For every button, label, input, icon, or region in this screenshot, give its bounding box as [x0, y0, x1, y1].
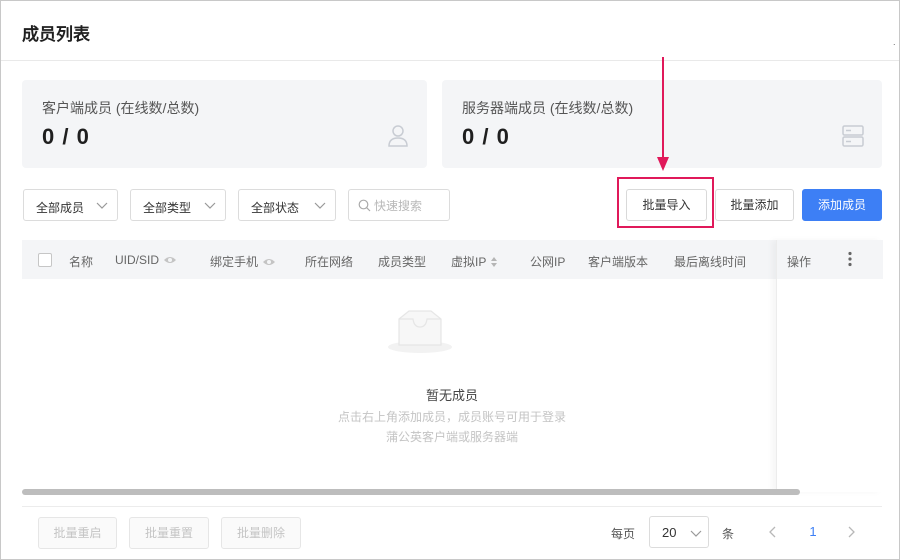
column-network: 所在网络 [305, 255, 354, 269]
annotation-arrow [657, 57, 669, 171]
user-icon [388, 125, 408, 147]
empty-box-icon [388, 310, 452, 353]
chevron-down-icon [690, 530, 702, 537]
member-filter-select[interactable]: 全部成员 [23, 189, 118, 221]
page-size-value: 20 [662, 525, 677, 540]
column-virtual-ip: 虚拟IP [451, 253, 498, 270]
add-member-button[interactable]: 添加成员 [802, 189, 882, 221]
client-members-card: 客户端成员 (在线数/总数) 0 / 0 [22, 80, 427, 168]
page-size-select[interactable]: 20 [649, 516, 709, 548]
column-uid-sid: UID/SID [115, 253, 177, 267]
sort-icon[interactable] [490, 256, 498, 268]
column-public-ip: 公网IP [530, 255, 566, 269]
batch-add-button[interactable]: 批量添加 [715, 189, 794, 221]
chevron-right-icon [848, 526, 855, 538]
annotation-highlight-box [617, 177, 714, 228]
status-filter-value: 全部状态 [251, 201, 300, 215]
table-footer: 批量重启 批量重置 批量删除 每页 20 条 1 [22, 506, 882, 560]
batch-restart-button[interactable]: 批量重启 [38, 517, 117, 549]
server-members-value: 0 / 0 [462, 124, 510, 149]
status-filter-select[interactable]: 全部状态 [238, 189, 336, 221]
batch-delete-button[interactable]: 批量删除 [221, 517, 301, 549]
table-header: 名称 UID/SID 绑定手机 所在网络 成员类型 虚拟IP 公网IP 客户端版… [22, 240, 882, 279]
per-page-unit: 条 [722, 527, 735, 541]
column-last-offline: 最后离线时间 [674, 255, 747, 269]
column-phone: 绑定手机 [210, 253, 276, 270]
edge-mark: . [893, 37, 896, 47]
member-filter-value: 全部成员 [36, 201, 85, 215]
column-member-type: 成员类型 [378, 255, 427, 269]
column-phone-label: 绑定手机 [210, 255, 259, 269]
chevron-left-icon [769, 526, 776, 538]
column-client-version: 客户端版本 [588, 255, 649, 269]
empty-state-line-1: 点击右上角添加成员，成员账号可用于登录 [337, 410, 566, 424]
client-members-value: 0 / 0 [42, 124, 90, 149]
empty-state-title: 暂无成员 [425, 388, 478, 403]
page-header: 成员列表 . [1, 1, 899, 61]
operations-column: 操作 [776, 240, 883, 492]
eye-icon[interactable] [262, 257, 276, 267]
search-icon [358, 199, 371, 212]
column-operations: 操作 [787, 255, 812, 269]
empty-state-line-2: 蒲公英客户端或服务器端 [385, 430, 518, 444]
prev-page-button[interactable] [761, 516, 785, 548]
client-members-label: 客户端成员 (在线数/总数) [42, 100, 200, 116]
page-title: 成员列表 [22, 25, 90, 44]
chevron-down-icon [96, 202, 108, 209]
chevron-down-icon [314, 202, 326, 209]
window-frame: 成员列表 . 客户端成员 (在线数/总数) 0 / 0 服务器端成员 (在线数/… [0, 0, 900, 560]
type-filter-value: 全部类型 [143, 201, 192, 215]
column-virtual-ip-label: 虚拟IP [451, 255, 487, 269]
eye-icon[interactable] [163, 255, 177, 265]
column-uid-sid-label: UID/SID [115, 253, 160, 267]
column-name: 名称 [69, 255, 94, 269]
more-vertical-icon[interactable] [847, 251, 853, 267]
next-page-button[interactable] [839, 516, 863, 548]
per-page-label: 每页 [611, 527, 636, 541]
search-input[interactable] [374, 197, 446, 215]
page-number-current[interactable]: 1 [801, 516, 825, 548]
quick-search[interactable] [348, 189, 450, 221]
server-icon [842, 125, 864, 147]
horizontal-scrollbar[interactable] [22, 489, 800, 495]
type-filter-select[interactable]: 全部类型 [130, 189, 226, 221]
select-all-checkbox[interactable] [38, 253, 52, 267]
operations-column-header: 操作 [777, 240, 883, 279]
server-members-label: 服务器端成员 (在线数/总数) [462, 100, 634, 116]
chevron-down-icon [204, 202, 216, 209]
batch-reset-button[interactable]: 批量重置 [129, 517, 209, 549]
